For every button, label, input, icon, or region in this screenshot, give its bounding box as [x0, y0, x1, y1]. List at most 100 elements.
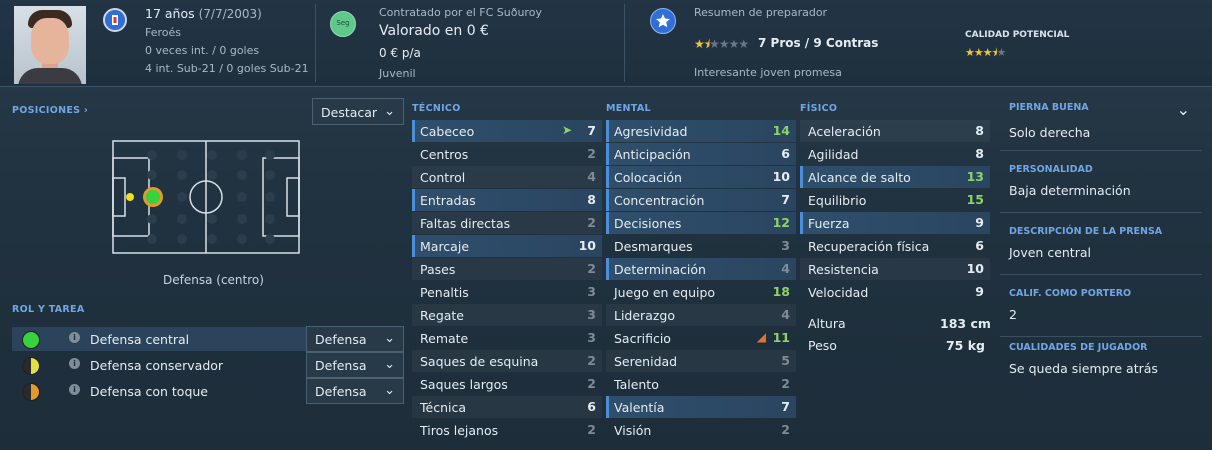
attribute-row[interactable]: Saques de esquina 2	[412, 350, 602, 372]
attribute-name: Desmarques	[614, 239, 693, 254]
attribute-value: 2	[587, 376, 596, 391]
attribute-value: 6	[587, 399, 596, 414]
attribute-name: Remate	[420, 331, 469, 346]
attribute-row[interactable]: Penaltis 3	[412, 281, 602, 303]
position-dot-centre-back	[146, 190, 160, 204]
chevron-down-icon: ⌄	[384, 383, 395, 398]
attribute-value: 10	[966, 261, 984, 276]
duty-dropdown[interactable]: Defensa ⌄	[306, 326, 404, 352]
wage-text: 0 € p/a	[379, 46, 421, 60]
attribute-value: 6	[781, 146, 790, 161]
current-ability-stars: ★⯨★★★★	[694, 37, 749, 51]
caps-text: 0 veces int. / 0 goles	[145, 44, 260, 57]
attribute-value: 7	[781, 399, 790, 414]
duty-dropdown[interactable]: Defensa ⌄	[306, 378, 404, 404]
attribute-row[interactable]: Técnica 6	[412, 396, 602, 418]
attribute-row[interactable]: Sacrificio 11 ◢	[606, 327, 796, 349]
duty-dropdown[interactable]: Defensa ⌄	[306, 352, 404, 378]
chevron-down-icon[interactable]: ⌄	[1177, 100, 1190, 119]
chevron-right-icon: ›	[83, 105, 89, 116]
club-badge-icon[interactable]: Seg	[330, 11, 356, 37]
technical-title: TÉCNICO	[412, 103, 461, 114]
attribute-row[interactable]: Equilibrio 15	[800, 189, 990, 211]
attribute-name: Velocidad	[808, 285, 869, 300]
attribute-row[interactable]: Alcance de salto 13	[800, 166, 990, 188]
attribute-value: 10	[772, 169, 790, 184]
attribute-row[interactable]: Remate 3	[412, 327, 602, 349]
attribute-row[interactable]: Juego en equipo 18	[606, 281, 796, 303]
attribute-row[interactable]: Velocidad 9	[800, 281, 990, 303]
attribute-name: Visión	[614, 423, 652, 438]
highlight-dropdown[interactable]: Destacar ⌄	[312, 98, 404, 125]
info-icon[interactable]: i	[69, 332, 80, 343]
attribute-value: 3	[587, 284, 596, 299]
role-rating-half-icon	[22, 357, 40, 375]
positions-title[interactable]: POSICIONES ›	[12, 105, 88, 116]
attribute-name: Aceleración	[808, 124, 881, 139]
progress-down-arrow-icon: ◢	[756, 330, 766, 344]
attribute-value: 8	[975, 123, 984, 138]
attribute-value: 6	[975, 238, 984, 253]
attribute-value: 3	[781, 238, 790, 253]
attribute-name: Liderazgo	[614, 308, 676, 323]
attribute-name: Sacrificio	[614, 331, 671, 346]
attribute-name: Fuerza	[808, 216, 850, 231]
attribute-value: 2	[587, 422, 596, 437]
attribute-value: 4	[781, 307, 790, 322]
attribute-row[interactable]: Control 4	[412, 166, 602, 188]
attribute-row[interactable]: Visión 2	[606, 419, 796, 441]
attribute-value: 2	[781, 376, 790, 391]
attribute-row[interactable]: Fuerza 9	[800, 212, 990, 234]
attribute-row[interactable]: Anticipación 6	[606, 143, 796, 165]
attribute-name: Pases	[420, 262, 456, 277]
attribute-row[interactable]: Recuperación física 6	[800, 235, 990, 257]
attribute-row[interactable]: Liderazgo 4	[606, 304, 796, 326]
nationality-text[interactable]: Feroés	[145, 26, 181, 39]
contract-type: Juvenil	[379, 67, 416, 80]
attribute-value: 11	[772, 330, 790, 345]
attribute-row[interactable]: Marcaje 10	[412, 235, 602, 257]
attribute-row[interactable]: Valentía 7	[606, 396, 796, 418]
attribute-row[interactable]: Pases 2	[412, 258, 602, 280]
value-text: Valorado en 0 €	[379, 23, 489, 39]
attribute-row[interactable]: Decisiones 12	[606, 212, 796, 234]
contract-label[interactable]: Contratado por el FC Suðuroy	[379, 6, 542, 19]
attribute-row[interactable]: Concentración 7	[606, 189, 796, 211]
attribute-name: Juego en equipo	[614, 285, 716, 300]
attribute-name: Control	[420, 170, 466, 185]
pros-cons-text[interactable]: 7 Pros / 9 Contras	[758, 36, 878, 50]
attribute-row[interactable]: Cabeceo 7 ➤	[412, 120, 602, 142]
info-preferred-foot: PIERNA BUENA Solo derecha ⌄	[1000, 98, 1202, 151]
attribute-row[interactable]: Regate 3	[412, 304, 602, 326]
age-line: 17 años (7/7/2003)	[145, 6, 262, 21]
info-icon[interactable]: i	[69, 358, 80, 369]
role-name: Defensa con toque	[90, 384, 208, 399]
attribute-name: Determinación	[614, 262, 706, 277]
attribute-row[interactable]: Entradas 8	[412, 189, 602, 211]
position-name: Defensa (centro)	[163, 273, 264, 287]
attribute-value: 4	[587, 169, 596, 184]
attribute-name: Regate	[420, 308, 465, 323]
u21-text: 4 int. Sub-21 / 0 goles Sub-21	[145, 62, 309, 75]
attribute-row[interactable]: Talento 2	[606, 373, 796, 395]
attribute-row[interactable]: Serenidad 5	[606, 350, 796, 372]
attribute-row[interactable]: Desmarques 3	[606, 235, 796, 257]
info-icon[interactable]: i	[69, 384, 80, 395]
attribute-name: Recuperación física	[808, 239, 930, 254]
attribute-row[interactable]: Resistencia 10	[800, 258, 990, 280]
attribute-row[interactable]: Tiros lejanos 2	[412, 419, 602, 441]
info-player-traits: CUALIDADES DE JUGADOR Se queda siempre a…	[1009, 342, 1158, 376]
attribute-row[interactable]: Saques largos 2	[412, 373, 602, 395]
attribute-row[interactable]: Aceleración 8	[800, 120, 990, 142]
potential-ability-stars: ★★★⯨★	[965, 46, 1006, 59]
attribute-row[interactable]: Colocación 10	[606, 166, 796, 188]
attribute-row[interactable]: Faltas directas 2	[412, 212, 602, 234]
attribute-row[interactable]: Centros 2	[412, 143, 602, 165]
chevron-down-icon: ⌄	[384, 104, 395, 119]
attribute-row[interactable]: Determinación 4	[606, 258, 796, 280]
attribute-name: Concentración	[614, 193, 705, 208]
attribute-row[interactable]: Agilidad 8	[800, 143, 990, 165]
pitch-diagram	[112, 140, 300, 254]
attribute-row[interactable]: Agresividad 14	[606, 120, 796, 142]
attribute-name: Colocación	[614, 170, 682, 185]
